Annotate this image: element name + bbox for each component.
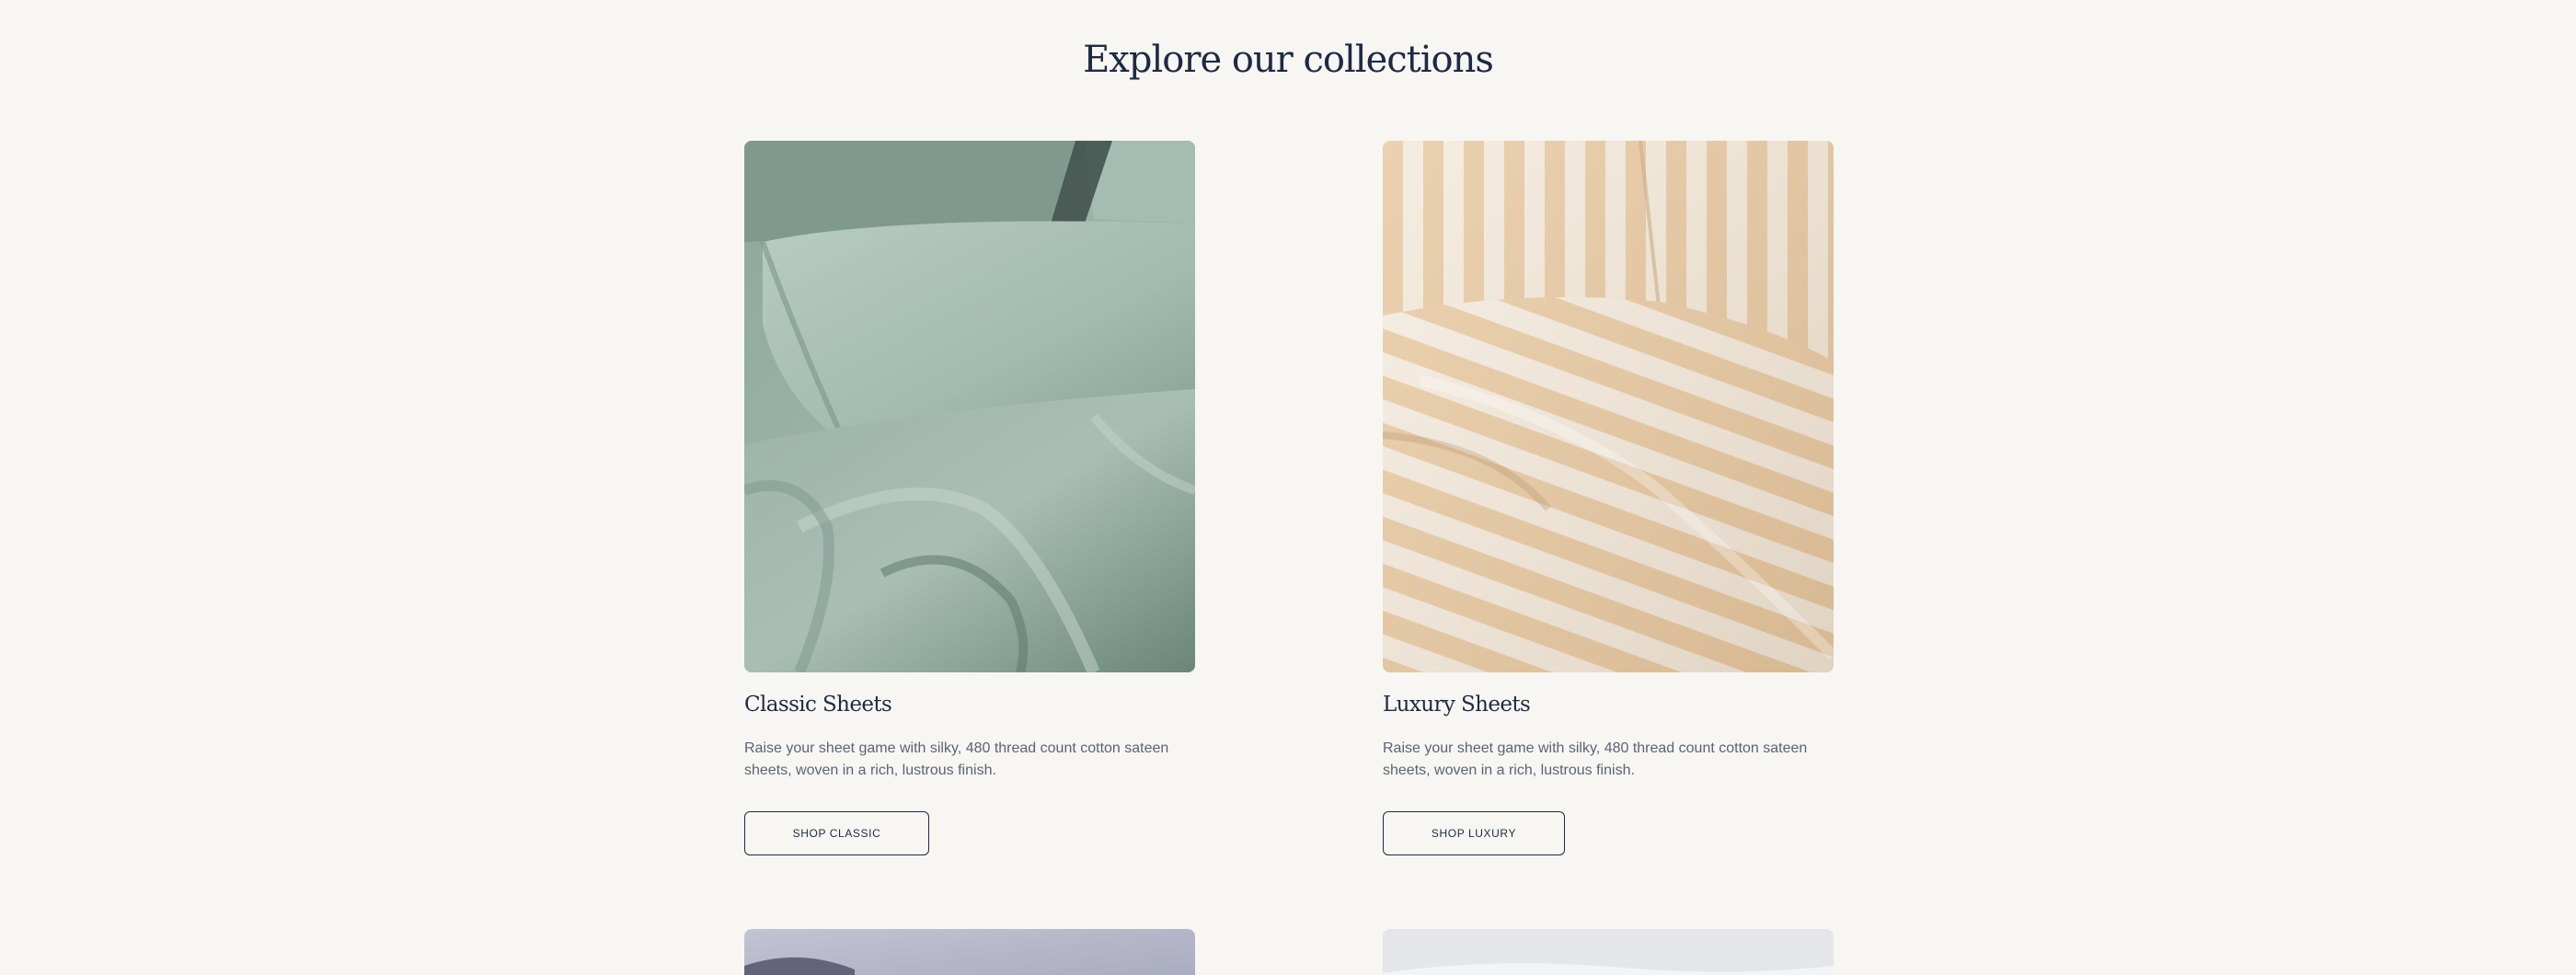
collection-description: Raise your sheet game with silky, 480 th…	[744, 740, 1169, 778]
collection-description: Raise your sheet game with silky, 480 th…	[1383, 740, 1808, 778]
collection-title: Luxury Sheets	[1383, 693, 1531, 717]
white-bedding-photo	[1383, 929, 1834, 975]
collection-title: Classic Sheets	[744, 693, 892, 717]
lavender-bedding-photo	[744, 929, 1195, 975]
page-title: Explore our collections	[1083, 39, 1494, 81]
shop-classic-button[interactable]: SHOP CLASSIC	[744, 811, 929, 855]
collection-card-peek-white[interactable]	[1383, 929, 1834, 975]
luxury-sheets-image[interactable]	[1383, 141, 1834, 672]
sage-bedding-photo	[744, 141, 1195, 672]
classic-sheets-image[interactable]	[744, 141, 1195, 672]
tan-stripe-bedding-photo	[1383, 141, 1834, 672]
collection-card-peek-lavender[interactable]	[744, 929, 1195, 975]
shop-luxury-button[interactable]: SHOP LUXURY	[1383, 811, 1565, 855]
